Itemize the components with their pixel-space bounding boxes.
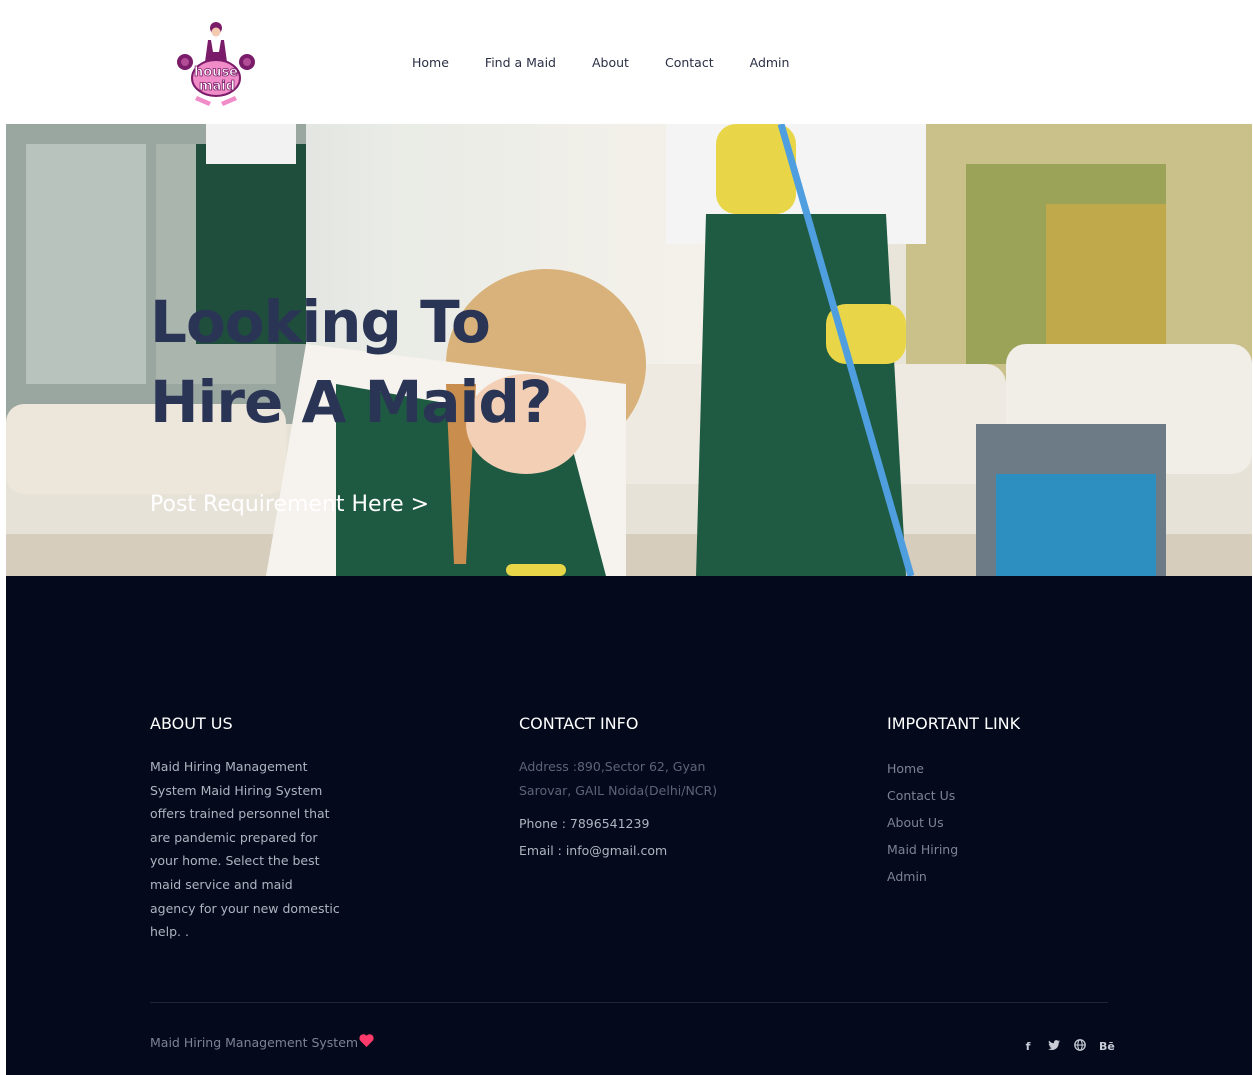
post-requirement-link[interactable]: Post Requirement Here > xyxy=(150,492,429,517)
page: house maid Home Find a Maid About Contac… xyxy=(6,0,1252,1075)
hero-title-line-2: Hire A Maid? xyxy=(150,368,553,436)
copyright: Maid Hiring Management System xyxy=(150,1034,374,1050)
globe-icon[interactable] xyxy=(1073,1039,1087,1054)
nav-admin[interactable]: Admin xyxy=(750,55,790,70)
contact-phone: Phone : 7896541239 xyxy=(519,816,650,831)
behance-icon[interactable]: Bē xyxy=(1099,1040,1115,1053)
about-heading: ABOUT US xyxy=(150,714,233,733)
copyright-text: Maid Hiring Management System xyxy=(150,1034,359,1050)
footer-links: IMPORTANT LINK Home Contact Us About Us … xyxy=(887,714,1087,890)
house-maid-logo[interactable]: house maid xyxy=(171,18,261,108)
heart-icon xyxy=(359,1034,374,1050)
footer-contact: CONTACT INFO Address :890,Sector 62, Gya… xyxy=(519,714,749,864)
main-nav: Home Find a Maid About Contact Admin xyxy=(412,55,825,70)
svg-text:maid: maid xyxy=(199,79,235,94)
footer-divider xyxy=(150,1002,1108,1003)
facebook-icon[interactable]: f xyxy=(1021,1040,1035,1053)
hero-title: Looking To Hire A Maid? xyxy=(150,282,670,442)
nav-home[interactable]: Home xyxy=(412,55,449,70)
site-header: house maid Home Find a Maid About Contac… xyxy=(6,0,1252,124)
social-links: f Bē xyxy=(1021,1039,1115,1054)
nav-contact[interactable]: Contact xyxy=(665,55,714,70)
contact-email: Email : info@gmail.com xyxy=(519,843,668,858)
footer-link-maid-hiring[interactable]: Maid Hiring xyxy=(887,836,1087,863)
footer-link-about-us[interactable]: About Us xyxy=(887,809,1087,836)
contact-address: Address :890,Sector 62, Gyan Sarovar, GA… xyxy=(519,759,718,798)
hero-banner: Looking To Hire A Maid? Post Requirement… xyxy=(6,124,1252,576)
nav-find-a-maid[interactable]: Find a Maid xyxy=(485,55,556,70)
contact-heading: CONTACT INFO xyxy=(519,714,639,733)
hero-title-line-1: Looking To xyxy=(150,288,491,356)
about-text: Maid Hiring Management System Maid Hirin… xyxy=(150,759,340,940)
footer-link-contact-us[interactable]: Contact Us xyxy=(887,782,1087,809)
footer-link-home[interactable]: Home xyxy=(887,755,1087,782)
nav-about[interactable]: About xyxy=(592,55,629,70)
logo-text: house xyxy=(194,65,238,80)
links-heading: IMPORTANT LINK xyxy=(887,714,1021,733)
site-footer: ABOUT US Maid Hiring Management System M… xyxy=(6,576,1252,1075)
twitter-icon[interactable] xyxy=(1047,1040,1061,1053)
footer-about: ABOUT US Maid Hiring Management System M… xyxy=(150,714,340,944)
footer-link-admin[interactable]: Admin xyxy=(887,863,1087,890)
